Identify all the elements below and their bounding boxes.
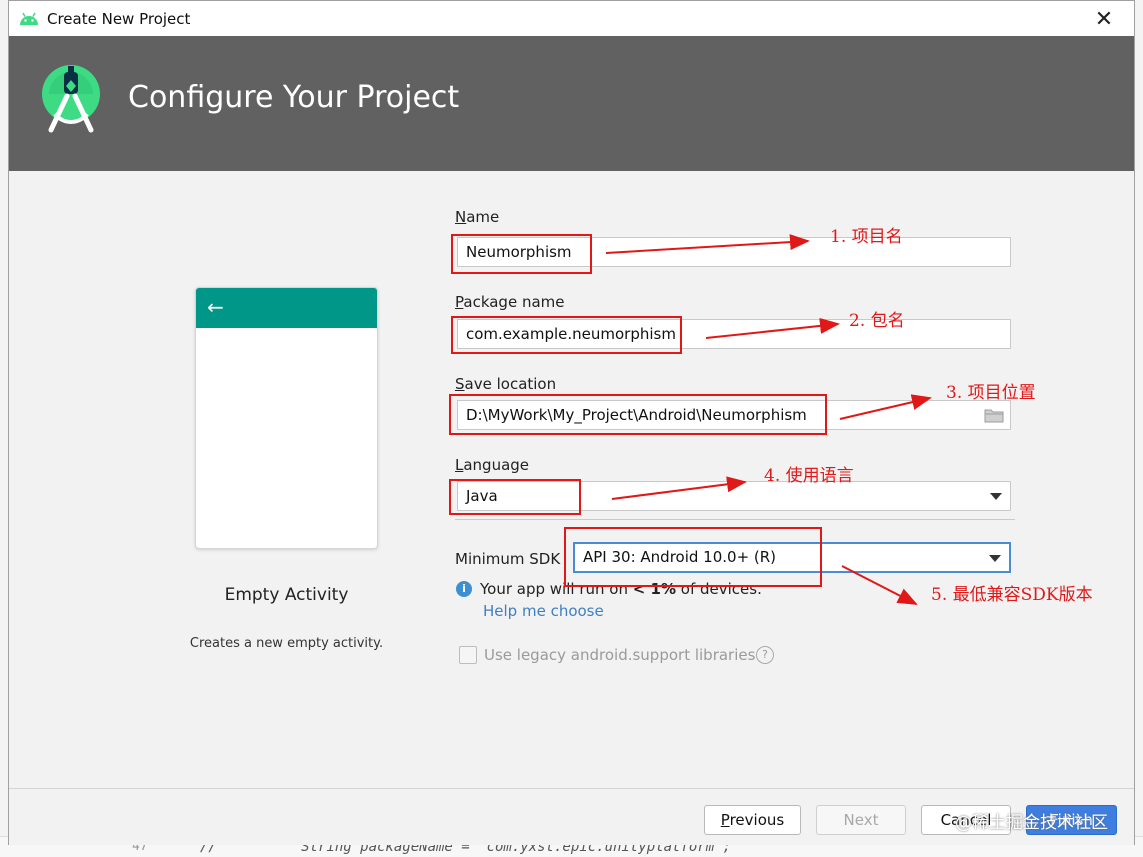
- watermark: @稀土掘金技术社区: [955, 813, 1108, 833]
- annotation-label-3: 3. 项目位置: [946, 383, 1036, 403]
- annotation-label-1: 1. 项目名: [830, 227, 903, 247]
- annotation-arrows: [605, 234, 932, 605]
- annotation-label-5: 5. 最低兼容SDK版本: [931, 585, 1093, 605]
- annotation-label-4: 4. 使用语言: [764, 466, 854, 486]
- annotation-label-2: 2. 包名: [849, 311, 905, 331]
